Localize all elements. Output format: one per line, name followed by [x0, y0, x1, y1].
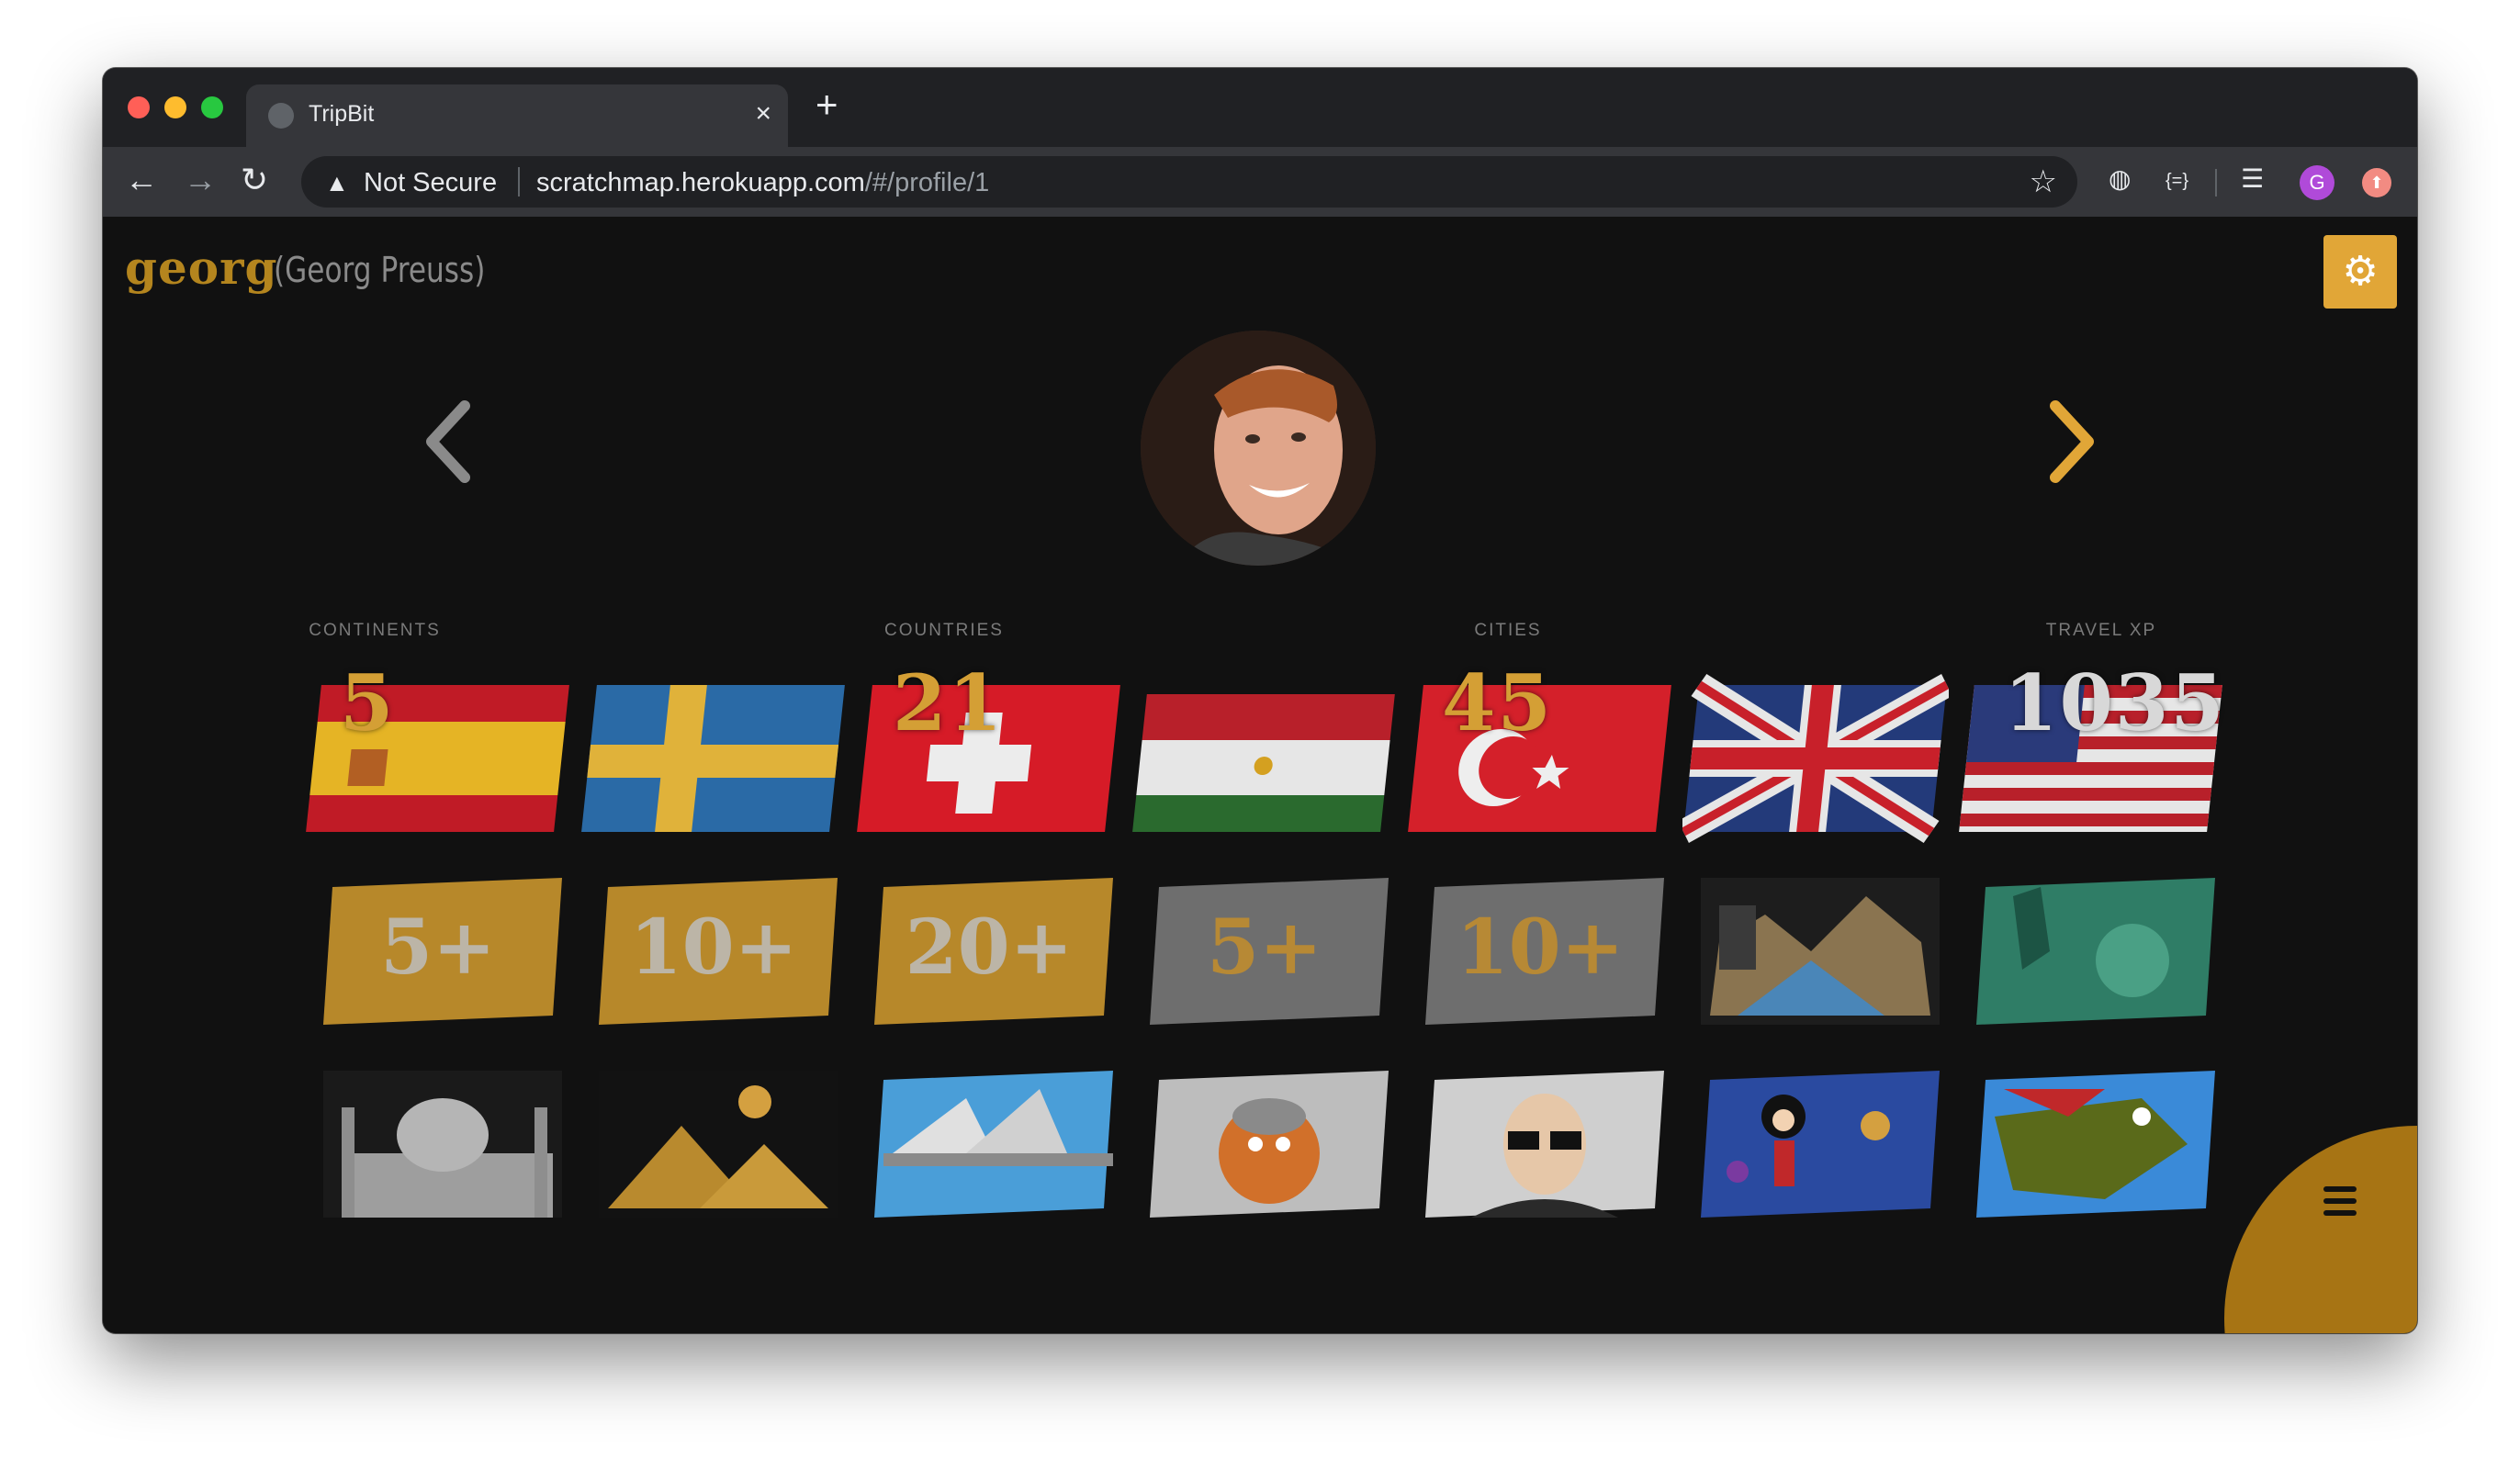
globe-icon: [268, 103, 294, 129]
badge-cities-10[interactable]: 10+: [1407, 859, 1673, 1043]
badge-label: 5+: [1207, 904, 1322, 992]
browser-toolbar: ← → ↻ ▲ Not Secure scratchmap.herokuapp.…: [103, 147, 2417, 217]
profile-avatar[interactable]: G: [2300, 165, 2334, 200]
badge-viking[interactable]: [1131, 1052, 1398, 1236]
flag-switzerland[interactable]: 21: [856, 657, 1122, 850]
toolbar-divider: [2215, 169, 2217, 197]
countries-label: COUNTRIES: [884, 621, 1004, 640]
badge-celebrity[interactable]: [1407, 1052, 1673, 1236]
url-host: scratchmap.herokuapp.com: [536, 168, 865, 197]
chevron-right-icon[interactable]: [2044, 400, 2099, 483]
close-window-button[interactable]: [128, 96, 150, 118]
tab-title: TripBit: [309, 101, 375, 127]
url-path: /#/profile/1: [864, 168, 990, 197]
forward-icon[interactable]: →: [184, 160, 217, 200]
settings-button[interactable]: ⚙: [2323, 235, 2397, 309]
badge-dinosaur[interactable]: [1958, 1052, 2224, 1236]
badge-taj-mahal[interactable]: [305, 1052, 571, 1236]
bookmark-star-icon[interactable]: ☆: [2030, 163, 2057, 200]
full-name: (Georg Preuss): [274, 250, 486, 290]
cities-label: CITIES: [1474, 621, 1542, 640]
badge-statue-of-liberty[interactable]: [1958, 859, 2224, 1043]
reload-icon[interactable]: ↻: [241, 160, 268, 200]
flag-turkey[interactable]: 45: [1407, 657, 1673, 850]
continents-value: 5: [340, 657, 396, 748]
browser-tab[interactable]: TripBit ×: [246, 84, 788, 147]
back-icon[interactable]: ←: [125, 160, 158, 200]
browser-window: TripBit × + ← → ↻ ▲ Not Secure scratchma…: [103, 68, 2417, 1333]
hamburger-menu-icon[interactable]: [2323, 1186, 2357, 1222]
code-extension-icon[interactable]: {=}: [2166, 171, 2188, 192]
travel-xp-value: 1035: [2004, 657, 2226, 748]
chevron-left-icon[interactable]: [421, 400, 476, 483]
badge-castle-mountain[interactable]: [1682, 859, 1949, 1043]
travel-xp-label: TRAVEL XP: [2045, 621, 2157, 640]
update-icon[interactable]: ⬆: [2362, 168, 2391, 197]
badge-cities-5[interactable]: 5+: [1131, 859, 1398, 1043]
gear-icon: ⚙: [2342, 249, 2379, 294]
continents-label: CONTINENTS: [309, 621, 441, 640]
globe-extension-icon[interactable]: ◍: [2109, 163, 2131, 194]
badge-sydney-opera[interactable]: [856, 1052, 1122, 1236]
profile-photo: [1141, 331, 1376, 566]
badge-cartoon[interactable]: [1682, 1052, 1949, 1236]
countries-value: 21: [893, 657, 1004, 748]
flag-tajikistan[interactable]: [1131, 667, 1398, 850]
menu-fab[interactable]: [2224, 1126, 2417, 1333]
flag-spain[interactable]: 5: [305, 657, 571, 850]
playlist-icon[interactable]: ☰: [2241, 163, 2264, 194]
security-status[interactable]: Not Secure: [364, 168, 497, 198]
minimize-window-button[interactable]: [164, 96, 186, 118]
badge-countries-20[interactable]: 20+: [856, 859, 1122, 1043]
warning-icon: ▲: [325, 169, 349, 197]
close-icon[interactable]: ×: [755, 97, 771, 130]
badge-pyramids[interactable]: [580, 1052, 847, 1236]
badge-label: 10+: [629, 904, 798, 992]
new-tab-button[interactable]: +: [816, 85, 838, 124]
cities-value: 45: [1442, 657, 1553, 748]
address-bar[interactable]: ▲ Not Secure scratchmap.herokuapp.com/#/…: [301, 156, 2077, 208]
badge-label: 20+: [905, 904, 1074, 992]
avatar-portrait: [1141, 331, 1376, 566]
badge-label: 5+: [380, 904, 496, 992]
badge-label: 10+: [1456, 904, 1625, 992]
url-text[interactable]: scratchmap.herokuapp.com/#/profile/1: [536, 168, 989, 198]
maximize-window-button[interactable]: [201, 96, 223, 118]
page-content: georg (Georg Preuss) ⚙ CONTINENTS COUNTR…: [103, 217, 2417, 1333]
flag-united-kingdom[interactable]: [1682, 667, 1949, 850]
flag-sweden[interactable]: [580, 667, 847, 850]
omnibox-divider: [518, 167, 520, 197]
flag-united-states[interactable]: 1035: [1958, 657, 2224, 850]
username: georg: [125, 241, 278, 295]
tab-strip: TripBit × +: [103, 68, 2417, 147]
badge-countries-10[interactable]: 10+: [580, 859, 847, 1043]
badge-continents-5[interactable]: 5+: [305, 859, 571, 1043]
